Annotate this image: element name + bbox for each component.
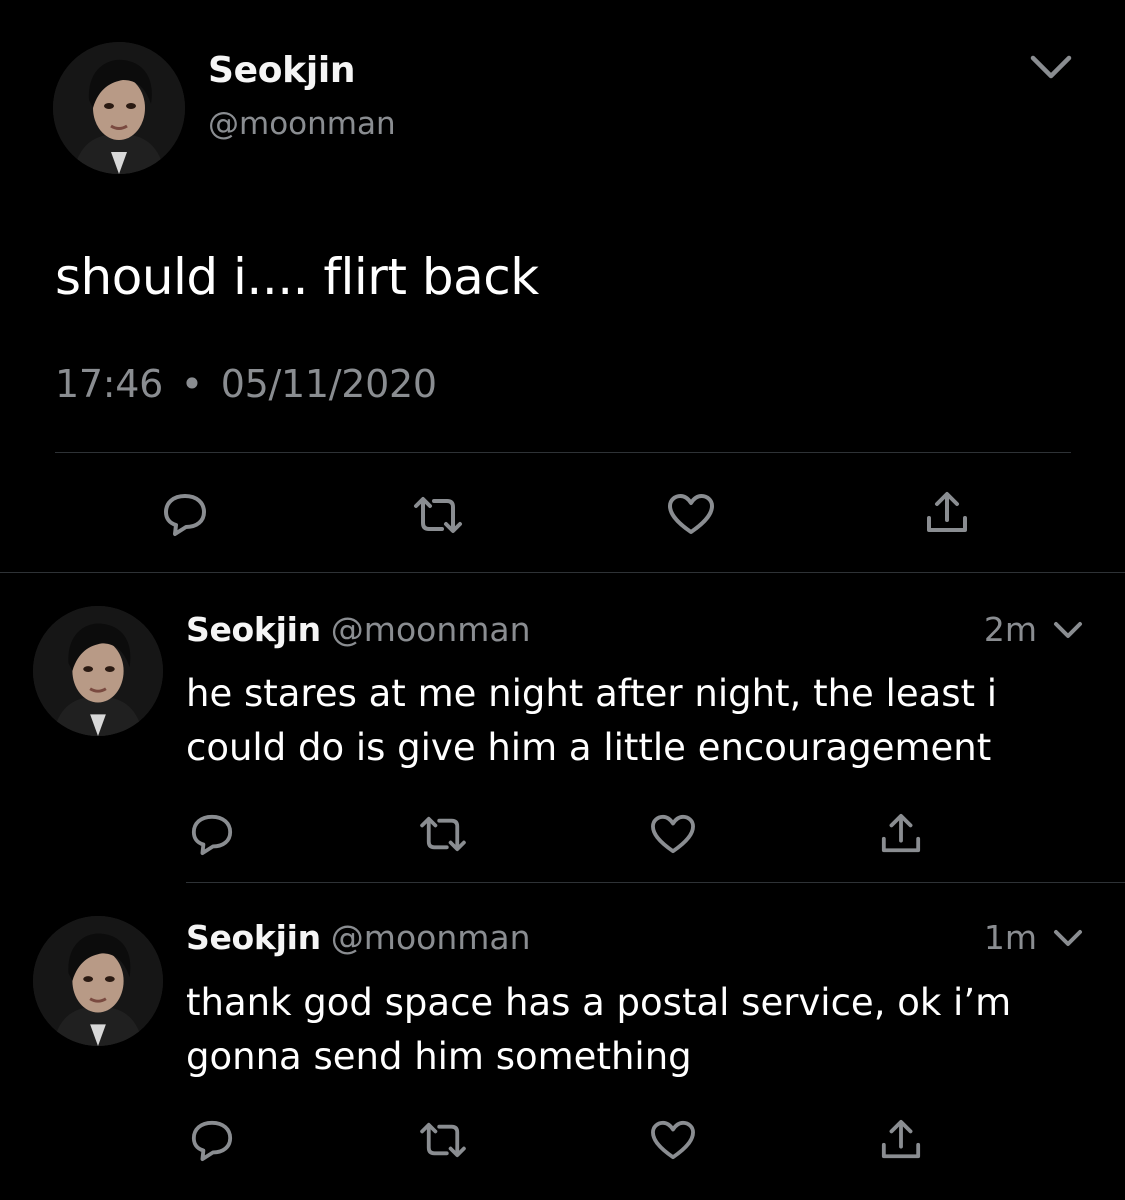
divider bbox=[55, 452, 1071, 453]
reply-icon[interactable] bbox=[189, 1118, 235, 1162]
reply-icon[interactable] bbox=[161, 491, 209, 537]
share-icon[interactable] bbox=[880, 812, 922, 856]
reply-tweet[interactable]: Seokjin @moonman 2m he stares at me night… bbox=[0, 572, 1125, 882]
main-tweet: Seokjin @moonman should i.... flirt back… bbox=[0, 0, 1125, 572]
avatar-photo bbox=[53, 42, 185, 174]
tweet-text: he stares at me night after night, the l… bbox=[186, 672, 998, 769]
retweet-icon[interactable] bbox=[412, 495, 464, 535]
retweet-icon[interactable] bbox=[418, 1121, 468, 1159]
avatar-photo bbox=[33, 916, 163, 1046]
share-icon[interactable] bbox=[880, 1118, 922, 1162]
tweet-timestamp: 17:46 • 05/11/2020 bbox=[55, 362, 437, 406]
display-name[interactable]: Seokjin bbox=[186, 610, 321, 649]
reply-header: Seokjin @moonman bbox=[186, 918, 531, 957]
retweet-icon[interactable] bbox=[418, 815, 468, 853]
like-icon[interactable] bbox=[649, 1119, 697, 1161]
user-handle[interactable]: @moonman bbox=[208, 106, 396, 142]
share-icon[interactable] bbox=[925, 490, 969, 536]
avatar-photo bbox=[33, 606, 163, 736]
user-handle[interactable]: @moonman bbox=[331, 610, 531, 649]
chevron-down-icon[interactable] bbox=[1028, 52, 1074, 82]
reply-time: 2m bbox=[983, 610, 1037, 649]
like-icon[interactable] bbox=[666, 492, 716, 536]
tweet-text: should i.... flirt back bbox=[55, 248, 539, 306]
meta-separator: • bbox=[180, 362, 203, 406]
reply-header: Seokjin @moonman bbox=[186, 610, 531, 649]
reply-tweet[interactable]: Seokjin @moonman 1m thank god space has a… bbox=[0, 882, 1125, 1200]
display-name[interactable]: Seokjin bbox=[208, 50, 356, 91]
avatar[interactable] bbox=[33, 606, 163, 736]
reply-icon[interactable] bbox=[189, 812, 235, 856]
tweet-date: 05/11/2020 bbox=[220, 362, 437, 406]
tweet-time: 17:46 bbox=[55, 362, 164, 406]
display-name[interactable]: Seokjin bbox=[186, 918, 321, 957]
reply-time: 1m bbox=[983, 918, 1037, 957]
avatar[interactable] bbox=[33, 916, 163, 1046]
chevron-down-icon[interactable] bbox=[1052, 928, 1084, 950]
user-handle[interactable]: @moonman bbox=[331, 918, 531, 957]
avatar[interactable] bbox=[53, 42, 185, 174]
chevron-down-icon[interactable] bbox=[1052, 620, 1084, 642]
tweet-text: thank god space has a postal service, ok… bbox=[186, 981, 1012, 1078]
like-icon[interactable] bbox=[649, 813, 697, 855]
